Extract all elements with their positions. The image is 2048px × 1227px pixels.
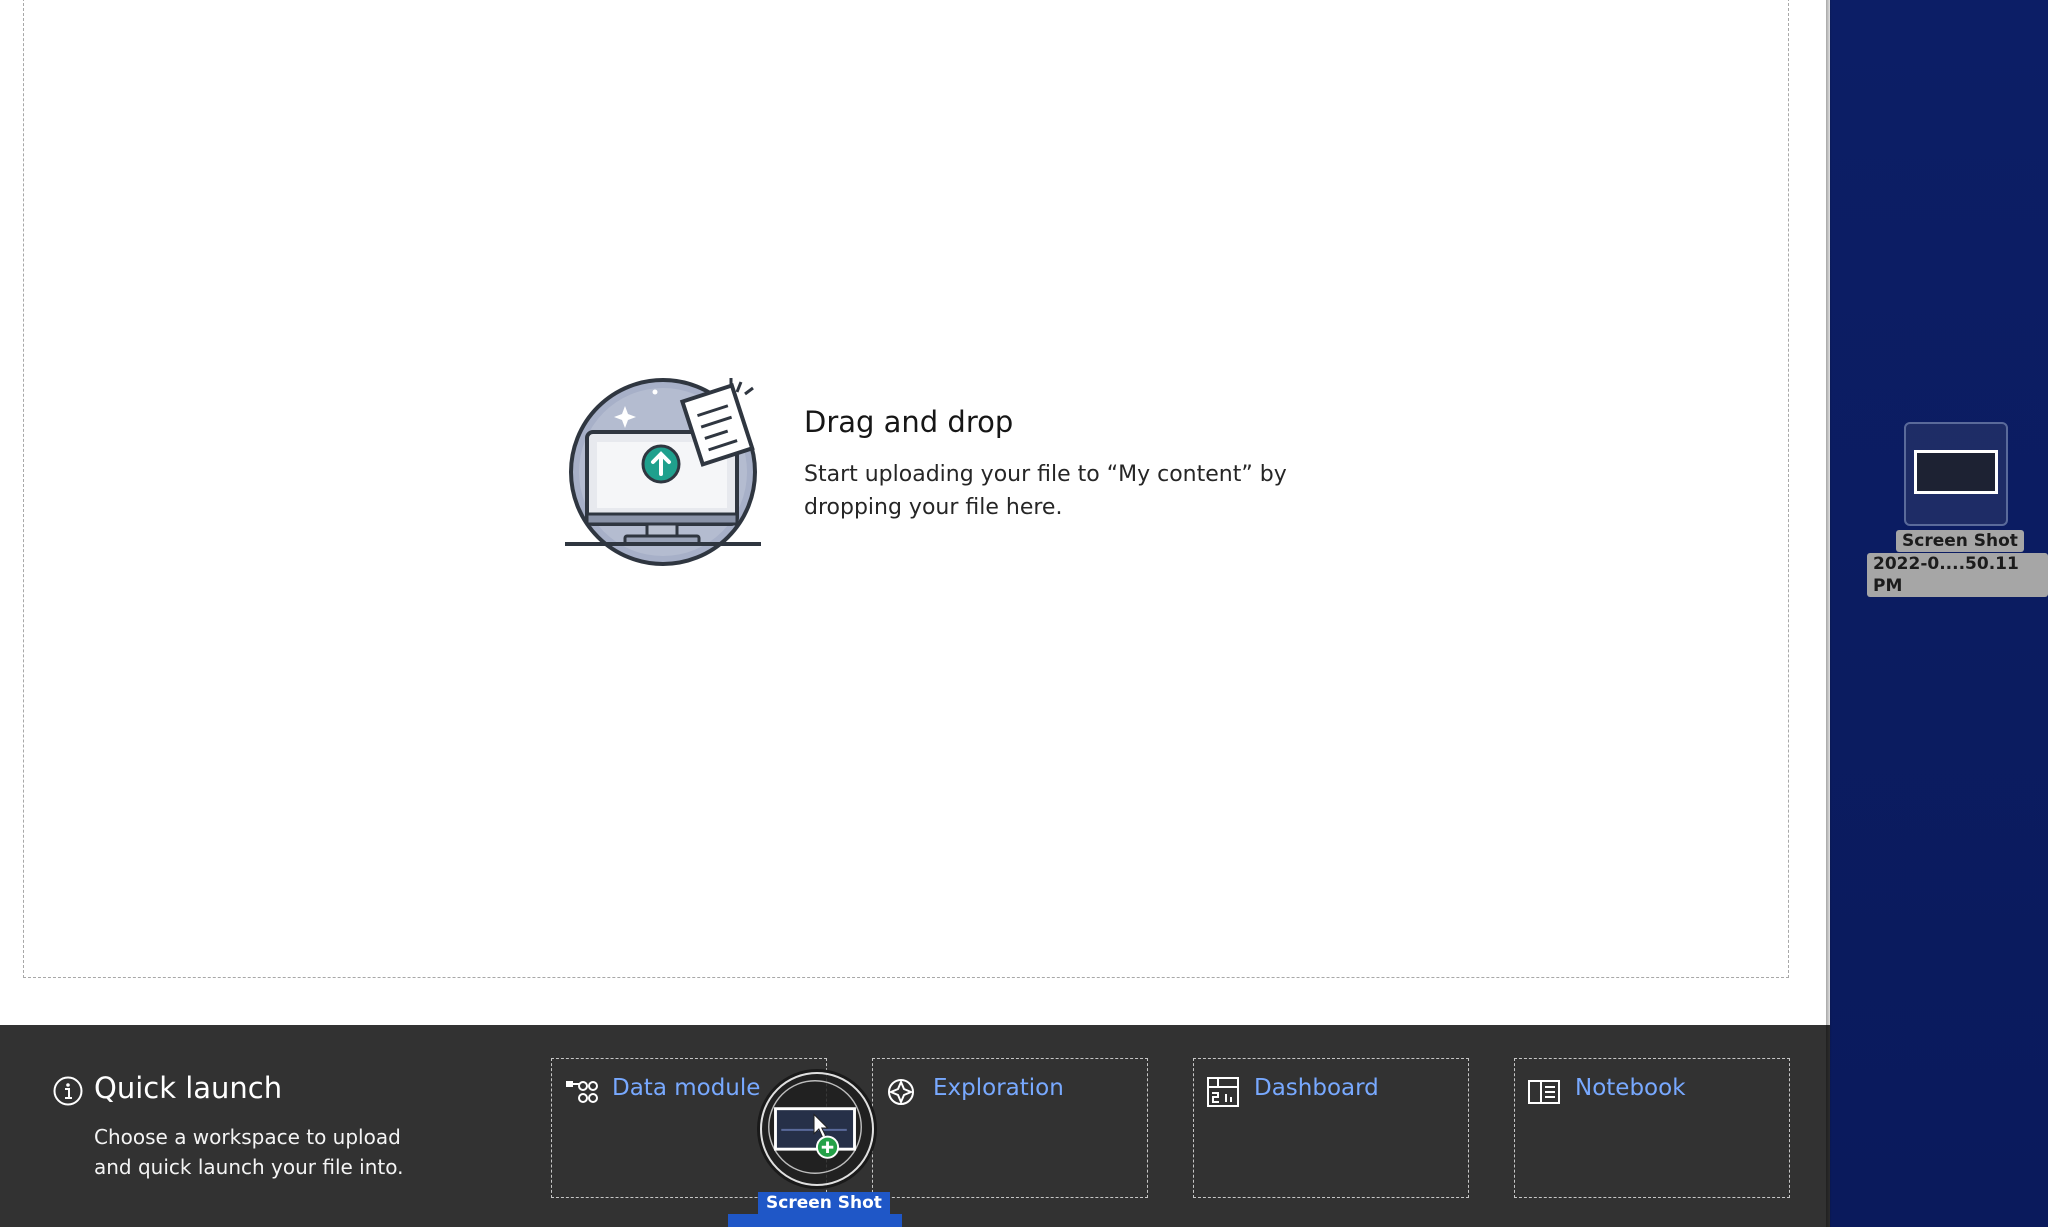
drop-zone-description: Start uploading your file to “My content… [804, 462, 1287, 520]
info-icon [53, 1076, 83, 1106]
file-thumbnail-icon [768, 1080, 862, 1174]
tile-label: Exploration [933, 1075, 1064, 1101]
file-thumbnail [1914, 450, 1998, 494]
desktop-file-name-line2: 2022-0....50.11 PM [1867, 553, 2048, 597]
quick-launch-description: Choose a workspace to upload and quick l… [94, 1125, 404, 1179]
drop-zone-title: Drag and drop [804, 405, 1014, 439]
tile-label: Data module [612, 1075, 761, 1101]
drag-ghost [760, 1072, 874, 1186]
tile-label: Notebook [1575, 1075, 1686, 1101]
drag-ghost-label-overflow [728, 1214, 902, 1227]
desktop-background [1830, 0, 2048, 1227]
desktop-file-name-line1: Screen Shot [1896, 530, 2024, 552]
upload-illustration [565, 378, 761, 566]
tile-exploration[interactable]: Exploration [872, 1058, 1148, 1198]
drag-ghost-label: Screen Shot [758, 1192, 890, 1214]
data-module-icon [566, 1081, 598, 1103]
desktop-file-icon[interactable] [1904, 422, 2008, 526]
tile-dashboard[interactable]: Dashboard [1193, 1058, 1469, 1198]
tile-label: Dashboard [1254, 1075, 1379, 1101]
quick-launch-title: Quick launch [94, 1071, 283, 1105]
window-shadow [1826, 0, 1832, 1227]
exploration-icon [888, 1079, 914, 1105]
dashboard-icon [1207, 1077, 1239, 1107]
notebook-icon [1528, 1080, 1560, 1104]
tile-notebook[interactable]: Notebook [1514, 1058, 1790, 1198]
